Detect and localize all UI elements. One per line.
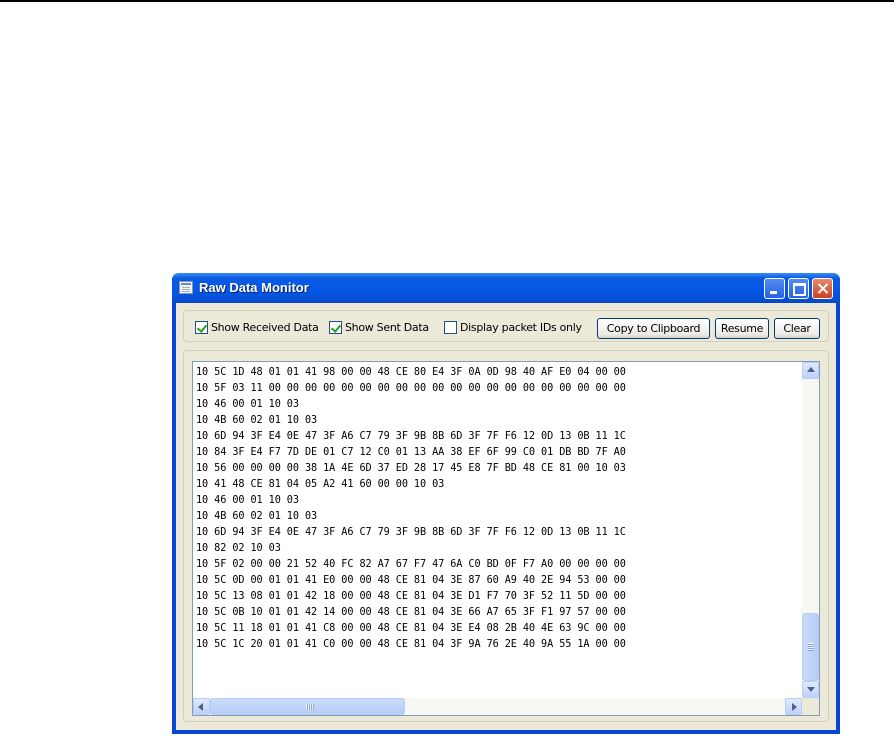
copy-to-clipboard-button[interactable]: Copy to Clipboard xyxy=(597,318,710,339)
vertical-scroll-thumb[interactable] xyxy=(802,613,819,681)
vertical-scrollbar[interactable] xyxy=(802,362,819,698)
data-line: 10 5C 1D 48 01 01 41 98 00 00 48 CE 80 E… xyxy=(196,367,626,378)
show-received-checkbox[interactable]: Show Received Data xyxy=(195,321,319,335)
data-line: 10 4B 60 02 01 10 03 xyxy=(196,511,318,522)
checkbox-unchecked-icon[interactable] xyxy=(444,321,457,334)
maximize-button[interactable] xyxy=(788,278,809,299)
data-line: 10 82 02 10 03 xyxy=(196,543,281,554)
data-line: 10 41 48 CE 81 04 05 A2 41 60 00 00 10 0… xyxy=(196,479,445,490)
data-line: 10 5C 0B 10 01 01 42 14 00 00 48 CE 81 0… xyxy=(196,607,626,618)
show-sent-label: Show Sent Data xyxy=(345,321,429,334)
raw-data-group: 10 5C 1D 48 01 01 41 98 00 00 48 CE 80 E… xyxy=(183,350,829,722)
checkbox-checked-icon[interactable] xyxy=(195,321,208,334)
data-line: 10 6D 94 3F E4 0E 47 3F A6 C7 79 3F 9B 8… xyxy=(196,431,626,442)
data-monitor-icon xyxy=(179,281,193,294)
scroll-right-button[interactable] xyxy=(785,698,802,715)
options-toolbar: Show Received Data Show Sent Data Displa… xyxy=(183,310,829,342)
arrow-up-icon xyxy=(807,367,815,372)
resume-button[interactable]: Resume xyxy=(715,318,769,339)
raw-data-text-area[interactable]: 10 5C 1D 48 01 01 41 98 00 00 48 CE 80 E… xyxy=(192,361,820,716)
packet-ids-only-label: Display packet IDs only xyxy=(460,321,582,334)
data-line: 10 46 00 01 10 03 xyxy=(196,399,299,410)
scroll-up-button[interactable] xyxy=(802,362,819,379)
scroll-down-button[interactable] xyxy=(802,681,819,698)
title-bar[interactable]: Raw Data Monitor xyxy=(172,273,840,303)
grip-icon xyxy=(808,643,814,651)
arrow-down-icon xyxy=(807,687,815,692)
window-title: Raw Data Monitor xyxy=(199,280,309,295)
window-client-area: Show Received Data Show Sent Data Displa… xyxy=(176,303,836,730)
raw-data-lines: 10 5C 1D 48 01 01 41 98 00 00 48 CE 80 E… xyxy=(196,365,626,653)
arrow-left-icon xyxy=(198,703,203,711)
horizontal-scroll-thumb[interactable] xyxy=(210,698,405,715)
data-line: 10 4B 60 02 01 10 03 xyxy=(196,415,318,426)
data-line: 10 5C 1C 20 01 01 41 C0 00 00 48 CE 81 0… xyxy=(196,639,626,650)
packet-ids-only-checkbox[interactable]: Display packet IDs only xyxy=(444,321,584,335)
arrow-right-icon xyxy=(792,703,797,711)
scroll-left-button[interactable] xyxy=(193,698,210,715)
data-line: 10 5F 03 11 00 00 00 00 00 00 00 00 00 0… xyxy=(196,383,626,394)
data-line: 10 5C 0D 00 01 01 41 E0 00 00 48 CE 81 0… xyxy=(196,575,626,586)
show-sent-checkbox[interactable]: Show Sent Data xyxy=(329,321,429,335)
raw-data-monitor-window: Raw Data Monitor Show Received Data Show… xyxy=(172,273,840,734)
data-line: 10 5F 02 00 00 21 52 40 FC 82 A7 67 F7 4… xyxy=(196,559,626,570)
page-top-rule xyxy=(0,0,894,2)
scrollbar-corner xyxy=(802,698,819,715)
data-line: 10 5C 13 08 01 01 42 18 00 00 48 CE 81 0… xyxy=(196,591,626,602)
data-line: 10 84 3F E4 F7 7D DE 01 C7 12 C0 01 13 A… xyxy=(196,447,626,458)
grip-icon xyxy=(306,704,314,710)
data-line: 10 56 00 00 00 00 38 1A 4E 6D 37 ED 28 1… xyxy=(196,463,626,474)
data-line: 10 6D 94 3F E4 0E 47 3F A6 C7 79 3F 9B 8… xyxy=(196,527,626,538)
data-line: 10 46 00 01 10 03 xyxy=(196,495,299,506)
horizontal-scrollbar[interactable] xyxy=(193,698,802,715)
minimize-button[interactable] xyxy=(764,278,785,299)
show-received-label: Show Received Data xyxy=(211,321,319,334)
close-button[interactable] xyxy=(812,278,833,299)
clear-button[interactable]: Clear xyxy=(774,318,820,339)
data-line: 10 5C 11 18 01 01 41 C8 00 00 48 CE 81 0… xyxy=(196,623,626,634)
checkbox-checked-icon[interactable] xyxy=(329,321,342,334)
